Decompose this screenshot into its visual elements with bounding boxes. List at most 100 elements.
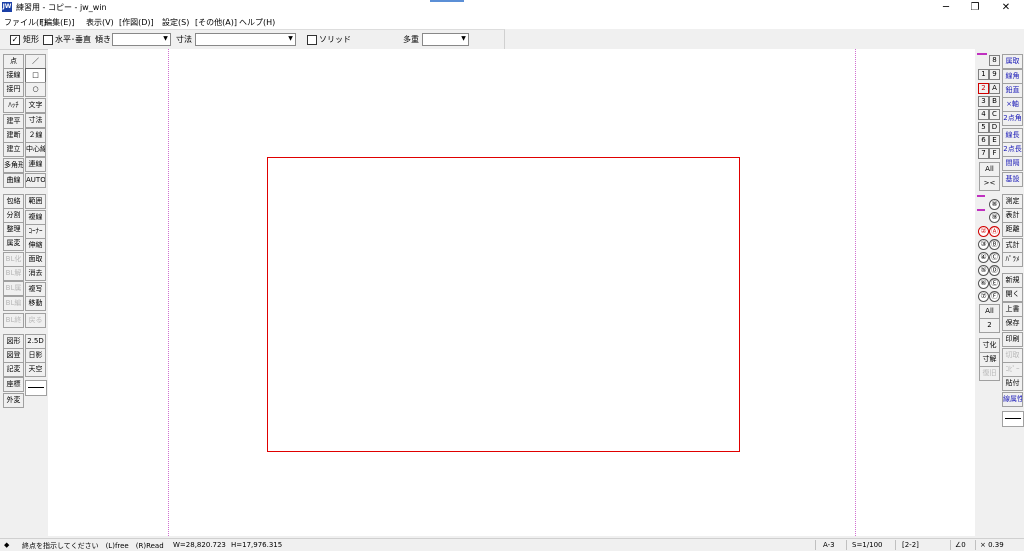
layer-f[interactable]: Ⓕ xyxy=(989,291,1000,302)
menu-edit[interactable]: [編集(E)] xyxy=(41,17,75,28)
tool-symbol-change[interactable]: 記変 xyxy=(3,362,24,377)
tool-shadow[interactable]: 日影 xyxy=(25,348,46,363)
tool-figure-register[interactable]: 図登 xyxy=(3,348,24,363)
paper-size[interactable]: A-3 xyxy=(823,541,835,549)
tool-line[interactable]: ／ xyxy=(25,54,46,69)
layer-6[interactable]: ⑥ xyxy=(978,278,989,289)
layer-group-invert-button[interactable]: >< xyxy=(979,176,1000,191)
dim-combo[interactable]: ▼ xyxy=(195,33,296,46)
layer-group-3[interactable]: 3 xyxy=(978,96,989,107)
angle-readout[interactable]: ∠0 xyxy=(955,541,966,549)
tool-rectangle[interactable]: □ xyxy=(25,68,46,83)
tool-spacing[interactable]: 間隔 xyxy=(1002,156,1023,171)
layer-group-8[interactable]: 8 xyxy=(989,55,1000,66)
tool-range[interactable]: 範囲 xyxy=(25,194,46,209)
close-button[interactable]: ✕ xyxy=(995,1,1017,14)
layer-3[interactable]: ③ xyxy=(978,239,989,250)
layer-e[interactable]: Ⓔ xyxy=(989,278,1000,289)
layer-group-4[interactable]: 4 xyxy=(978,109,989,120)
tool-dim-convert[interactable]: 寸化 xyxy=(979,338,1000,353)
tool-2-5d[interactable]: 2.5D xyxy=(25,334,46,349)
tool-x-axis[interactable]: ×軸 xyxy=(1002,97,1023,112)
tool-connect-line[interactable]: 連線 xyxy=(25,157,46,172)
layer-7[interactable]: ⑦ xyxy=(978,291,989,302)
layer-group-9[interactable]: 9 xyxy=(989,69,1000,80)
menu-draw[interactable]: [作図(D)] xyxy=(119,17,154,28)
tool-table-calc[interactable]: 表計 xyxy=(1002,208,1023,223)
tool-base-setting[interactable]: 基設 xyxy=(1002,172,1023,187)
layer-group-6[interactable]: 6 xyxy=(978,135,989,146)
zoom-factor[interactable]: × 0.39 xyxy=(980,541,1004,549)
tool-text[interactable]: 文字 xyxy=(25,98,46,113)
angle-combo[interactable]: ▼ xyxy=(112,33,171,46)
tool-parallel[interactable]: 複線 xyxy=(25,210,46,225)
new-file-button[interactable]: 新規 xyxy=(1002,273,1023,288)
tool-distance[interactable]: 距離 xyxy=(1002,222,1023,237)
menu-help[interactable]: ヘルプ(H) xyxy=(239,17,275,28)
tool-tidy[interactable]: 整理 xyxy=(3,222,24,237)
tool-2pt-angle[interactable]: 2点角 xyxy=(1002,111,1023,126)
drawn-rectangle[interactable] xyxy=(267,157,740,452)
tool-measure[interactable]: 測定 xyxy=(1002,194,1023,209)
rect-checkbox[interactable]: ✓ xyxy=(10,35,20,45)
tool-plan[interactable]: 建平 xyxy=(3,114,24,129)
tool-external-change[interactable]: 外変 xyxy=(3,393,24,408)
tool-attr-get[interactable]: 属取 xyxy=(1002,54,1023,69)
layer-group-b[interactable]: B xyxy=(989,96,1000,107)
tool-dim-release[interactable]: 寸解 xyxy=(979,352,1000,367)
layer-2[interactable]: ② xyxy=(978,226,989,237)
scale[interactable]: S=1/100 xyxy=(852,541,882,549)
multi-combo[interactable]: ▼ xyxy=(422,33,469,46)
save-button[interactable]: 保存 xyxy=(1002,316,1023,331)
overwrite-button[interactable]: 上書 xyxy=(1002,302,1023,317)
tool-envelope[interactable]: 包絡 xyxy=(3,194,24,209)
layer-group-all-button[interactable]: All xyxy=(979,162,1000,177)
layer-group-c[interactable]: C xyxy=(989,109,1000,120)
layer-d[interactable]: Ⓓ xyxy=(989,265,1000,276)
tool-corner[interactable]: ｺｰﾅｰ xyxy=(25,224,46,239)
tool-center-line[interactable]: 中心線 xyxy=(25,142,46,157)
layer-group-d[interactable]: D xyxy=(989,122,1000,133)
tool-sky[interactable]: 天空 xyxy=(25,362,46,377)
tool-section[interactable]: 建断 xyxy=(3,128,24,143)
layer-9[interactable]: ⑨ xyxy=(989,212,1000,223)
tool-circle[interactable]: ○ xyxy=(25,82,46,97)
tool-auto[interactable]: AUTO xyxy=(25,173,46,188)
layer-group-7[interactable]: 7 xyxy=(978,148,989,159)
hv-checkbox[interactable] xyxy=(43,35,53,45)
layer-8[interactable]: ⑧ xyxy=(989,199,1000,210)
tool-double-line[interactable]: ２線 xyxy=(25,128,46,143)
layer-group-e[interactable]: E xyxy=(989,135,1000,146)
tool-2pt-length[interactable]: 2点長 xyxy=(1002,142,1023,157)
tool-divide[interactable]: 分割 xyxy=(3,208,24,223)
layer-group-1[interactable]: 1 xyxy=(978,69,989,80)
layer-a[interactable]: Ⓐ xyxy=(989,226,1000,237)
tool-line-angle[interactable]: 線角 xyxy=(1002,69,1023,84)
layer-group-2[interactable]: 2 xyxy=(978,83,989,94)
tool-move[interactable]: 移動 xyxy=(25,296,46,311)
layer-5[interactable]: ⑤ xyxy=(978,265,989,276)
tool-hatch[interactable]: ﾊｯﾁ xyxy=(3,98,24,113)
layer-two-button[interactable]: 2 xyxy=(979,318,1000,333)
drawing-canvas[interactable] xyxy=(48,49,975,536)
layer-group-5[interactable]: 5 xyxy=(978,122,989,133)
line-attr-swatch[interactable] xyxy=(1002,411,1024,427)
menu-other[interactable]: [その他(A)] xyxy=(195,17,237,28)
tool-figure[interactable]: 図形 xyxy=(3,334,24,349)
tool-tangent-circle[interactable]: 接円 xyxy=(3,82,24,97)
menu-view[interactable]: 表示(V) xyxy=(86,17,114,28)
tool-vertical[interactable]: 鉛直 xyxy=(1002,83,1023,98)
tool-copy[interactable]: 複写 xyxy=(25,282,46,297)
tool-elevation[interactable]: 建立 xyxy=(3,142,24,157)
layer-group-f[interactable]: F xyxy=(989,148,1000,159)
tool-parametric[interactable]: ﾊﾟﾗﾒ xyxy=(1002,252,1023,267)
line-attr-button[interactable]: 線属性 xyxy=(1002,392,1023,407)
open-file-button[interactable]: 開く xyxy=(1002,287,1023,302)
tool-stretch[interactable]: 伸縮 xyxy=(25,238,46,253)
tool-coordinate[interactable]: 座標 xyxy=(3,377,24,392)
maximize-button[interactable]: ❐ xyxy=(964,1,986,14)
layer-group-a[interactable]: A xyxy=(989,83,1000,94)
line-style-swatch[interactable] xyxy=(25,380,47,396)
tool-dimension[interactable]: 寸法 xyxy=(25,113,46,128)
paste-button[interactable]: 貼付 xyxy=(1002,376,1023,391)
